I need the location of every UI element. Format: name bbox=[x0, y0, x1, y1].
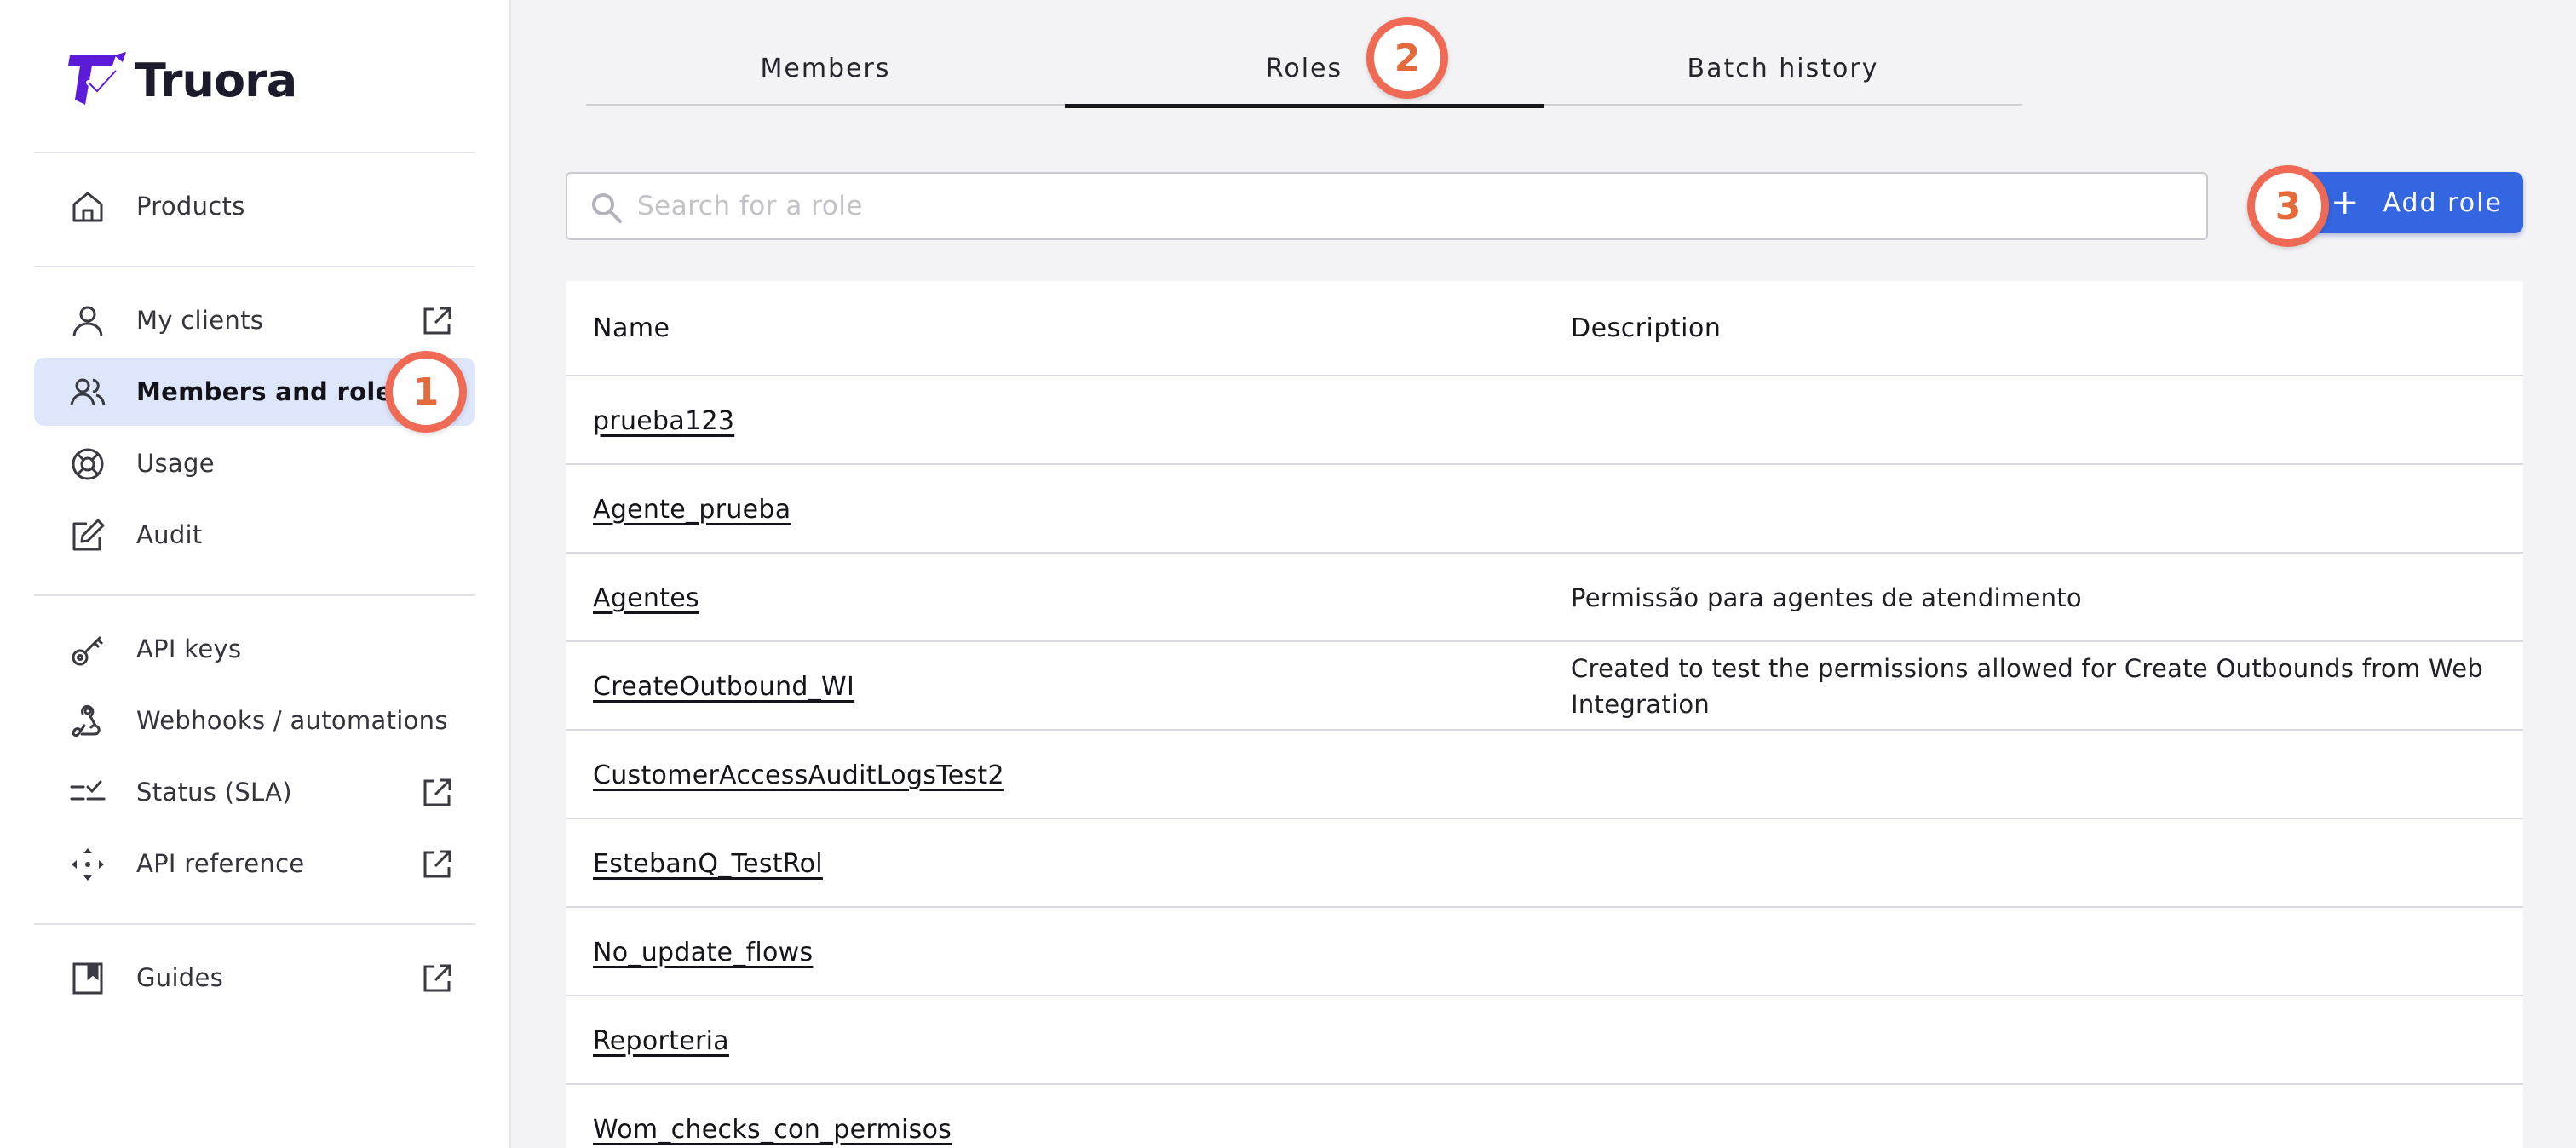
role-description bbox=[1571, 1085, 2499, 1148]
logo-wordmark: Truora bbox=[135, 53, 297, 107]
sidebar-item-api-keys[interactable]: API keys bbox=[34, 615, 475, 683]
role-name-link[interactable]: No_update_flows bbox=[593, 908, 813, 996]
table-row: CreateOutbound_WI Created to test the pe… bbox=[566, 642, 2523, 731]
table-row: prueba123 bbox=[566, 376, 2523, 465]
tab-bar: Members Roles Batch history bbox=[586, 31, 2022, 108]
sidebar-item-label: Status (SLA) bbox=[136, 778, 292, 806]
table-row: Reporteria bbox=[566, 996, 2523, 1085]
sidebar-item-usage[interactable]: Usage bbox=[34, 429, 475, 497]
sidebar-item-status-sla[interactable]: Status (SLA) bbox=[34, 758, 475, 826]
sidebar-item-audit[interactable]: Audit bbox=[34, 501, 475, 569]
role-description bbox=[1571, 731, 2499, 819]
sidebar-item-label: Guides bbox=[136, 963, 224, 992]
sidebar-item-label: Members and roles bbox=[136, 377, 408, 406]
role-description bbox=[1571, 465, 2499, 554]
role-description bbox=[1571, 376, 2499, 465]
step-badge-1: 1 bbox=[385, 351, 467, 433]
sidebar-item-label: API reference bbox=[136, 849, 305, 878]
user-icon bbox=[72, 306, 103, 336]
role-name-link[interactable]: EstebanQ_TestRol bbox=[593, 819, 823, 908]
role-name-link[interactable]: CreateOutbound_WI bbox=[593, 642, 854, 731]
sidebar-item-api-reference[interactable]: API reference bbox=[34, 829, 475, 898]
tab-members[interactable]: Members bbox=[586, 31, 1065, 106]
table-row: Agentes Permissão para agentes de atendi… bbox=[566, 554, 2523, 642]
role-description bbox=[1571, 908, 2499, 996]
webhook-icon bbox=[72, 705, 101, 738]
truora-logo-icon bbox=[68, 52, 126, 105]
sidebar-item-label: Usage bbox=[136, 449, 215, 478]
plus-icon: + bbox=[2331, 183, 2361, 222]
sidebar-item-label: My clients bbox=[136, 306, 264, 335]
table-row: CustomerAccessAuditLogsTest2 bbox=[566, 731, 2523, 819]
sidebar-divider bbox=[34, 152, 475, 153]
column-header-description: Description bbox=[1571, 313, 1722, 343]
external-link-icon[interactable] bbox=[421, 777, 453, 809]
home-icon bbox=[72, 192, 103, 222]
truora-logo[interactable]: Truora bbox=[66, 46, 297, 114]
table-row: Wom_checks_con_permisos bbox=[566, 1085, 2523, 1148]
table-row: Agente_prueba bbox=[566, 465, 2523, 554]
sidebar-item-products[interactable]: Products bbox=[34, 172, 475, 240]
role-name-link[interactable]: prueba123 bbox=[593, 376, 734, 465]
api-icon bbox=[72, 848, 104, 881]
sidebar: Truora Products My clients Members and r… bbox=[0, 0, 511, 1148]
tab-roles[interactable]: Roles bbox=[1065, 31, 1544, 108]
step-badge-3: 3 bbox=[2247, 165, 2329, 247]
sidebar-item-label: Webhooks / automations bbox=[136, 706, 448, 735]
sidebar-divider bbox=[34, 266, 475, 267]
role-name-link[interactable]: Wom_checks_con_permisos bbox=[593, 1085, 952, 1148]
book-icon bbox=[72, 962, 103, 995]
role-description: Created to test the permissions allowed … bbox=[1571, 654, 2484, 719]
lifebuoy-icon bbox=[72, 448, 104, 480]
sidebar-divider bbox=[34, 594, 475, 596]
key-icon bbox=[72, 635, 104, 666]
sidebar-item-my-clients[interactable]: My clients bbox=[34, 286, 475, 354]
table-row: No_update_flows bbox=[566, 908, 2523, 996]
table-row: EstebanQ_TestRol bbox=[566, 819, 2523, 908]
sidebar-item-label: Products bbox=[136, 192, 245, 221]
role-name-link[interactable]: CustomerAccessAuditLogsTest2 bbox=[593, 731, 1004, 819]
step-badge-2: 2 bbox=[1366, 17, 1448, 99]
search-input[interactable] bbox=[637, 174, 2188, 238]
role-name-link[interactable]: Reporteria bbox=[593, 996, 729, 1085]
role-description bbox=[1571, 819, 2499, 908]
add-role-button-label: Add role bbox=[2383, 187, 2503, 218]
edit-icon bbox=[72, 519, 105, 551]
roles-table: Name Description prueba123 Agente_prueba… bbox=[566, 281, 2523, 1148]
role-name-link[interactable]: Agentes bbox=[593, 554, 699, 642]
sidebar-item-webhooks[interactable]: Webhooks / automations bbox=[34, 686, 475, 755]
search-box bbox=[566, 172, 2208, 240]
role-name-link[interactable]: Agente_prueba bbox=[593, 465, 791, 554]
tab-batch-history[interactable]: Batch history bbox=[1544, 31, 2022, 106]
sidebar-item-label: Audit bbox=[136, 520, 203, 549]
sidebar-divider bbox=[34, 923, 475, 925]
sidebar-item-guides[interactable]: Guides bbox=[34, 944, 475, 1012]
external-link-icon[interactable] bbox=[421, 848, 453, 881]
role-description bbox=[1571, 996, 2499, 1085]
users-icon bbox=[70, 378, 106, 406]
search-icon bbox=[592, 193, 622, 223]
checklist-icon bbox=[70, 780, 106, 801]
table-header: Name Description bbox=[566, 281, 2523, 376]
external-link-icon[interactable] bbox=[421, 962, 453, 995]
column-header-name: Name bbox=[593, 313, 670, 343]
external-link-icon[interactable] bbox=[421, 305, 453, 337]
role-description: Permissão para agentes de atendimento bbox=[1571, 583, 2082, 612]
sidebar-item-label: API keys bbox=[136, 634, 242, 663]
